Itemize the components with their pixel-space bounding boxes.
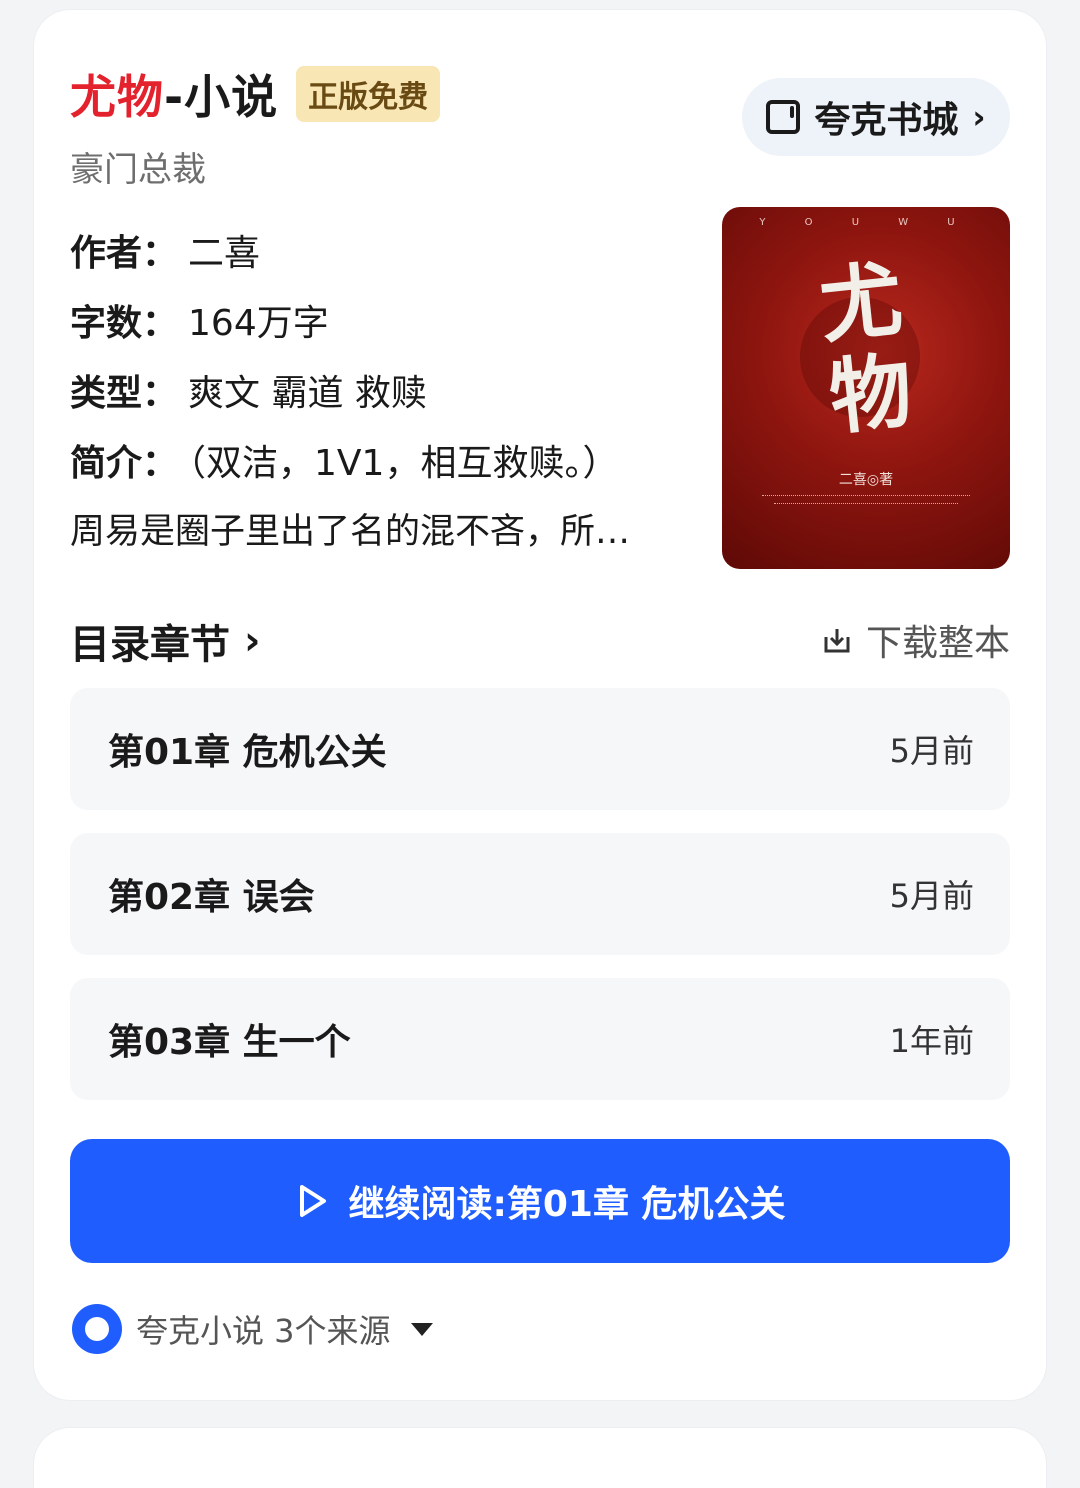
next-card <box>34 1428 1046 1488</box>
word-count-value: 164万字 <box>188 303 329 344</box>
intro-key: 简介： <box>70 443 179 484</box>
author-key: 作者： <box>70 233 179 274</box>
bookstore-button[interactable]: 夸克书城 › <box>742 78 1010 156</box>
download-icon <box>824 629 850 653</box>
book-genre: 豪门总裁 <box>70 150 206 190</box>
book-title-row[interactable]: 尤物 -小说 正版免费 <box>70 62 441 126</box>
toc-heading[interactable]: 目录章节 › <box>70 612 260 670</box>
intro-line-1: （双洁，1V1，相互救赎。） <box>188 443 619 484</box>
chapter-title: 第01章 危机公关 <box>108 732 387 773</box>
chapter-item[interactable]: 第02章 误会 5月前 <box>70 833 1010 955</box>
chapter-item[interactable]: 第01章 危机公关 5月前 <box>70 688 1010 810</box>
toc-heading-label: 目录章节 <box>70 622 230 668</box>
chapter-item[interactable]: 第03章 生一个 1年前 <box>70 978 1010 1100</box>
book-title-main: 尤物 <box>70 70 164 124</box>
type-key: 类型： <box>70 373 179 414</box>
book-cover[interactable]: Y O U W U 尤 物 二喜◎著 <box>722 207 1010 569</box>
continue-reading-button[interactable]: 继续阅读:第01章 危机公关 <box>70 1139 1010 1263</box>
free-badge: 正版免费 <box>296 66 441 122</box>
chapter-time: 5月前 <box>889 877 974 915</box>
word-count-row: 字数： 164万字 <box>70 302 329 346</box>
intro-line-2[interactable]: 周易是圈子里出了名的混不吝，所… <box>70 510 670 554</box>
bookstore-label: 夸克书城 <box>814 100 959 141</box>
book-title-suffix: -小说 <box>164 70 279 124</box>
type-value: 爽文 霸道 救赎 <box>188 373 427 414</box>
chevron-right-icon: › <box>972 98 986 136</box>
chapter-time: 5月前 <box>889 732 974 770</box>
cover-top-text: Y O U W U <box>759 217 973 228</box>
cover-author: 二喜◎著 <box>838 472 894 488</box>
download-label: 下载整本 <box>865 623 1010 664</box>
word-count-key: 字数： <box>70 303 179 344</box>
play-icon <box>300 1185 327 1217</box>
author-row: 作者： 二喜 <box>70 232 260 276</box>
author-value: 二喜 <box>188 233 261 274</box>
book-icon <box>766 100 801 134</box>
caret-down-icon <box>410 1322 433 1336</box>
download-button[interactable]: 下载整本 <box>822 614 1010 666</box>
source-label: 夸克小说 3个来源 <box>136 1312 391 1350</box>
source-selector[interactable]: 夸克小说 3个来源 <box>72 1304 433 1354</box>
chapter-time: 1年前 <box>889 1022 974 1060</box>
book-card: 尤物 -小说 正版免费 豪门总裁 夸克书城 › 作者： 二喜 字数： 164万字 类… <box>34 10 1046 1400</box>
cover-title: 尤 物 <box>815 251 917 447</box>
cover-fine-print <box>762 495 970 497</box>
continue-reading-label: 继续阅读:第01章 危机公关 <box>348 1184 786 1225</box>
type-row: 类型： 爽文 霸道 救赎 <box>70 372 427 416</box>
chapter-title: 第02章 误会 <box>108 877 315 918</box>
intro-row: 简介： （双洁，1V1，相互救赎。） <box>70 442 618 486</box>
chevron-right-icon: › <box>244 618 261 664</box>
cover-fine-print-2 <box>774 503 958 505</box>
chapter-title: 第03章 生一个 <box>108 1022 351 1063</box>
quark-logo-icon <box>72 1304 122 1354</box>
